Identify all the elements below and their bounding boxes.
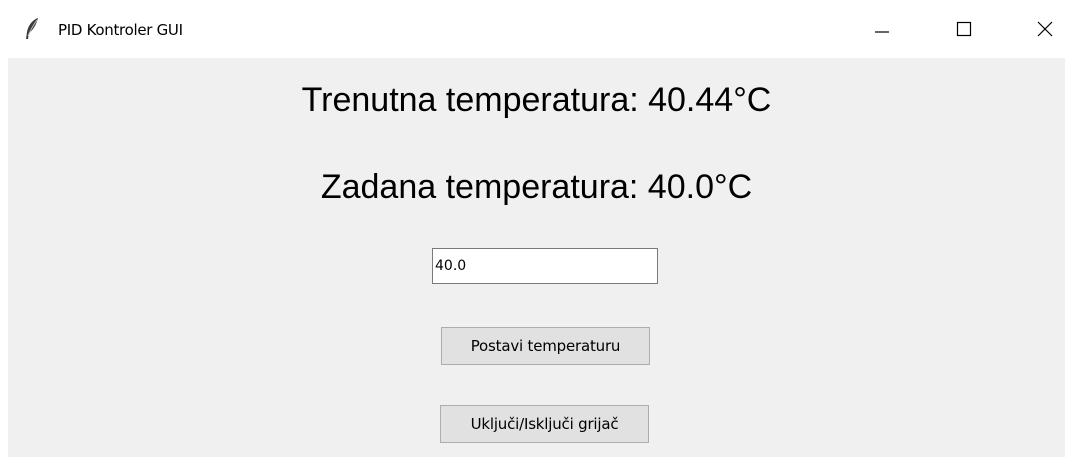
window-title: PID Kontroler GUI bbox=[58, 21, 183, 39]
current-temperature-label: Trenutna temperatura: 40.44°C bbox=[301, 81, 772, 119]
target-temperature-label: Zadana temperatura: 40.0°C bbox=[320, 168, 753, 206]
app-window: PID Kontroler GUI Trenutna temperatura: … bbox=[0, 0, 1073, 457]
close-icon bbox=[1037, 21, 1053, 37]
title-bar[interactable]: PID Kontroler GUI bbox=[0, 0, 1073, 58]
close-button[interactable] bbox=[1016, 0, 1073, 58]
toggle-heater-button[interactable]: Uključi/Isključi grijač bbox=[440, 405, 649, 443]
temperature-input[interactable] bbox=[432, 248, 658, 284]
maximize-button[interactable] bbox=[935, 0, 993, 58]
minimize-icon bbox=[874, 21, 890, 37]
maximize-icon bbox=[956, 21, 972, 37]
minimize-button[interactable] bbox=[853, 0, 911, 58]
feather-icon bbox=[22, 17, 42, 41]
set-temperature-button[interactable]: Postavi temperaturu bbox=[441, 327, 650, 365]
